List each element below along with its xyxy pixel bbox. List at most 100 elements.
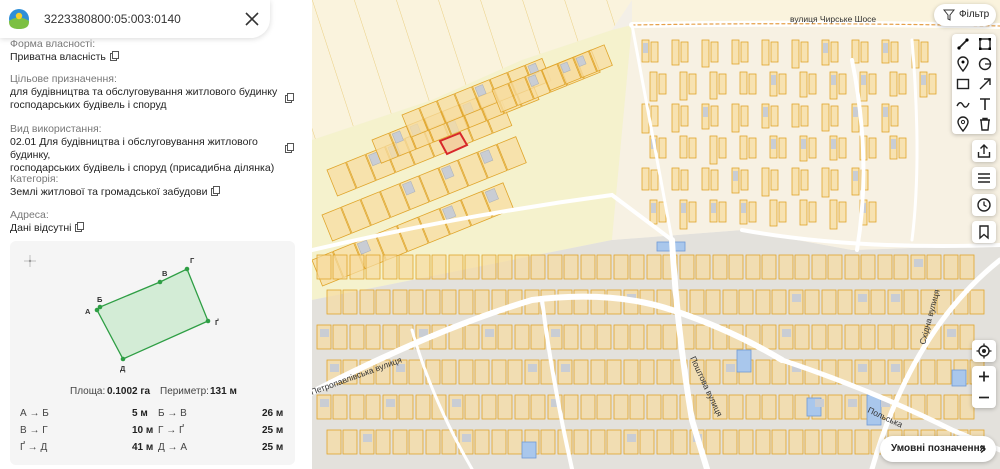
land-parcel[interactable] [838,73,847,95]
special-parcel[interactable] [951,369,967,387]
land-parcel[interactable] [701,39,710,68]
land-parcel[interactable] [821,103,830,132]
land-parcel[interactable] [491,359,507,385]
land-parcel[interactable] [658,73,667,95]
land-parcel[interactable] [718,137,727,159]
land-parcel[interactable] [481,394,497,420]
land-parcel[interactable] [808,137,817,159]
land-parcel[interactable] [868,201,877,223]
land-parcel[interactable] [868,137,877,159]
land-parcel[interactable] [761,167,770,197]
land-parcel[interactable] [662,324,678,350]
land-parcel[interactable] [889,71,898,97]
land-parcel[interactable] [448,254,464,280]
land-parcel[interactable] [799,71,808,98]
land-parcel[interactable] [639,429,655,455]
land-parcel[interactable] [718,73,727,95]
land-parcel[interactable] [507,359,523,385]
land-parcel[interactable] [877,324,893,350]
land-parcel[interactable] [688,201,697,223]
land-parcel[interactable] [596,324,612,350]
land-parcel[interactable] [748,73,757,95]
land-parcel[interactable] [800,41,809,63]
land-parcel[interactable] [738,429,754,455]
land-parcel[interactable] [728,394,744,420]
land-parcel[interactable] [893,324,909,350]
land-parcel[interactable] [613,394,629,420]
land-parcel[interactable] [870,359,886,385]
land-parcel[interactable] [365,324,381,350]
copy-icon[interactable] [75,222,85,232]
land-parcel[interactable] [629,394,645,420]
land-parcel[interactable] [656,429,672,455]
land-parcel[interactable] [349,394,365,420]
land-parcel[interactable] [748,201,757,223]
land-parcel[interactable] [830,41,839,63]
land-parcel[interactable] [491,429,507,455]
land-parcel[interactable] [791,167,800,196]
circle-tool-icon[interactable] [974,54,996,74]
land-parcel[interactable] [844,324,860,350]
land-parcel[interactable] [332,324,348,350]
land-parcel[interactable] [671,39,680,66]
land-parcel[interactable] [811,324,827,350]
land-parcel[interactable] [890,41,899,63]
land-parcel[interactable] [464,324,480,350]
land-parcel[interactable] [959,254,975,280]
copy-icon[interactable] [211,186,221,196]
land-parcel[interactable] [705,289,721,315]
land-parcel[interactable] [791,39,800,69]
land-parcel[interactable] [680,169,689,191]
land-parcel[interactable] [688,137,697,159]
land-parcel[interactable] [799,199,808,226]
share-button[interactable] [972,140,996,162]
land-parcel[interactable] [580,254,596,280]
land-parcel[interactable] [761,39,770,66]
land-parcel[interactable] [926,394,942,420]
land-parcel[interactable] [679,135,688,159]
land-parcel[interactable] [898,137,907,159]
locate-button[interactable] [972,340,996,362]
land-parcel[interactable] [761,324,777,350]
land-parcel[interactable] [382,324,398,350]
land-parcel[interactable] [415,394,431,420]
land-parcel[interactable] [573,429,589,455]
land-parcel[interactable] [441,359,457,385]
land-parcel[interactable] [342,289,358,315]
land-parcel[interactable] [613,254,629,280]
land-parcel[interactable] [514,254,530,280]
land-parcel[interactable] [375,289,391,315]
land-parcel[interactable] [705,429,721,455]
land-parcel[interactable] [375,429,391,455]
land-parcel[interactable] [738,289,754,315]
land-parcel[interactable] [739,135,748,160]
location-tool-icon[interactable] [952,114,974,134]
land-parcel[interactable] [431,254,447,280]
land-parcel[interactable] [606,359,622,385]
land-parcel[interactable] [474,359,490,385]
land-parcel[interactable] [332,254,348,280]
land-parcel[interactable] [771,289,787,315]
land-parcel[interactable] [804,289,820,315]
land-parcel[interactable] [464,254,480,280]
land-parcel[interactable] [778,137,787,159]
land-parcel[interactable] [844,254,860,280]
land-parcel[interactable] [392,289,408,315]
marker-tool-icon[interactable] [952,54,974,74]
land-parcel[interactable] [398,394,414,420]
land-parcel[interactable] [590,359,606,385]
land-parcel[interactable] [920,359,936,385]
land-parcel[interactable] [688,73,697,95]
special-parcel[interactable] [736,349,752,373]
land-parcel[interactable] [649,71,658,102]
land-parcel[interactable] [936,359,952,385]
land-parcel[interactable] [794,254,810,280]
history-button[interactable] [972,194,996,216]
cadastral-number[interactable]: 3223380800:05:003:0140 [44,12,181,26]
map-view[interactable]: вулиця Чирське Шосе Петропавлівська вули… [312,0,1000,469]
land-parcel[interactable] [870,289,886,315]
land-parcel[interactable] [474,429,490,455]
land-parcel[interactable] [928,73,937,95]
land-parcel[interactable] [580,324,596,350]
land-parcel[interactable] [349,254,365,280]
